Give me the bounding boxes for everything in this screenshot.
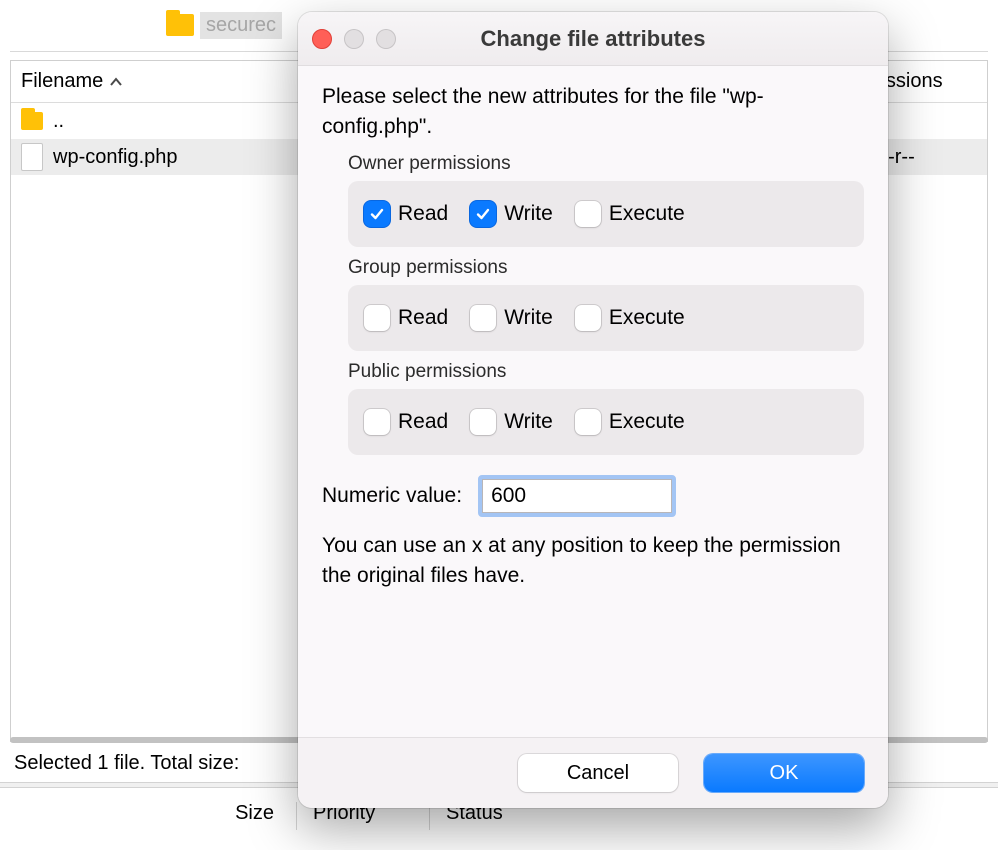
dialog-body: Please select the new attributes for the… [298,66,888,737]
checkbox-icon [575,201,601,227]
public-permissions-box: Read Write Execute [348,389,864,455]
queue-col-size[interactable]: Size [10,802,280,830]
checkbox-icon [575,305,601,331]
section-label: Group permissions [348,257,864,279]
checkbox-label: Execute [609,306,685,330]
owner-execute-checkbox[interactable]: Execute [575,201,685,227]
owner-permissions-box: Read Write Execute [348,181,864,247]
group-write-checkbox[interactable]: Write [470,305,553,331]
minimize-icon [344,29,364,49]
numeric-value-row: Numeric value: [322,475,864,517]
group-read-checkbox[interactable]: Read [364,305,448,331]
checkbox-icon [364,305,390,331]
checkbox-icon [470,201,496,227]
status-line: Selected 1 file. Total size: [14,752,239,775]
checkbox-label: Read [398,202,448,226]
dialog-footer: Cancel OK [298,737,888,808]
permission-hint: You can use an x at any position to keep… [322,531,864,592]
public-write-checkbox[interactable]: Write [470,409,553,435]
public-permissions-section: Public permissions Read Write Execute [348,361,864,455]
change-attributes-dialog: Change file attributes Please select the… [298,12,888,808]
checkbox-icon [364,201,390,227]
ok-button[interactable]: OK [704,754,864,792]
checkbox-label: Write [504,202,553,226]
group-execute-checkbox[interactable]: Execute [575,305,685,331]
checkbox-label: Read [398,410,448,434]
checkbox-icon [364,409,390,435]
checkbox-icon [470,409,496,435]
checkbox-label: Write [504,410,553,434]
checkbox-label: Read [398,306,448,330]
folder-icon [166,14,194,36]
checkbox-label: Execute [609,202,685,226]
owner-permissions-section: Owner permissions Read Write Execute [348,153,864,247]
column-filename-label: Filename [21,70,103,93]
path-segment: securec [200,12,282,39]
numeric-value-focus-ring [478,475,676,517]
checkbox-label: Write [504,306,553,330]
public-execute-checkbox[interactable]: Execute [575,409,685,435]
chevron-up-icon [109,77,123,87]
section-label: Owner permissions [348,153,864,175]
group-permissions-section: Group permissions Read Write Execute [348,257,864,351]
group-permissions-box: Read Write Execute [348,285,864,351]
owner-read-checkbox[interactable]: Read [364,201,448,227]
column-separator [296,802,297,830]
checkbox-label: Execute [609,410,685,434]
numeric-value-label: Numeric value: [322,484,462,508]
dialog-instruction: Please select the new attributes for the… [322,82,864,143]
owner-write-checkbox[interactable]: Write [470,201,553,227]
numeric-value-input[interactable] [482,479,672,513]
checkbox-icon [575,409,601,435]
window-controls[interactable] [312,29,396,49]
file-icon [21,143,43,171]
section-label: Public permissions [348,361,864,383]
public-read-checkbox[interactable]: Read [364,409,448,435]
dialog-titlebar: Change file attributes [298,12,888,66]
maximize-icon [376,29,396,49]
checkbox-icon [470,305,496,331]
cancel-button[interactable]: Cancel [518,754,678,792]
close-icon[interactable] [312,29,332,49]
folder-icon [21,112,43,130]
